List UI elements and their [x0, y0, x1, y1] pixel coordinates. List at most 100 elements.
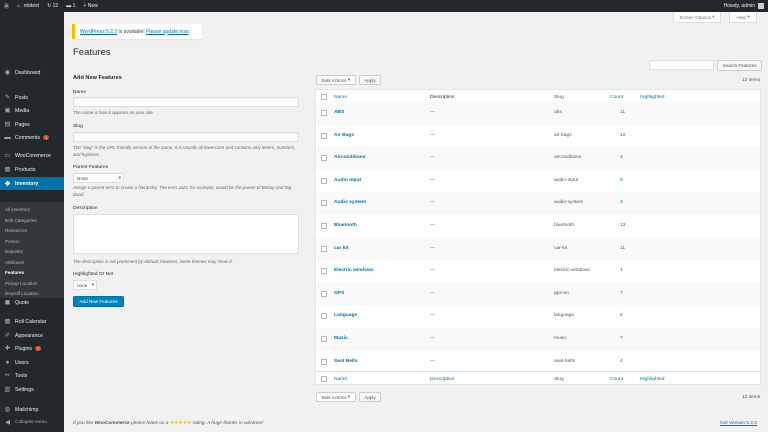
row-checkbox[interactable] [321, 223, 327, 229]
feature-name-link[interactable]: Electric windows [334, 268, 374, 273]
row-checkbox[interactable] [321, 336, 327, 342]
column-count[interactable]: Count [610, 95, 623, 100]
submenu-item-dropoff-location[interactable]: Dropoff Location [5, 291, 39, 296]
sidebar-item-users[interactable]: ● Users [0, 356, 64, 369]
search-input[interactable] [649, 60, 714, 70]
row-checkbox[interactable] [321, 290, 327, 297]
sidebar-item-media[interactable]: ▣ Media [0, 104, 64, 117]
feature-name-link[interactable]: Music [334, 336, 348, 341]
submenu-item-pickup-location[interactable]: Pickup Location [5, 281, 37, 286]
new-content-button[interactable]: + New [79, 0, 101, 12]
wordpress-version-link[interactable]: WordPress 5.2.2 [80, 29, 117, 35]
row-checkbox[interactable] [321, 245, 327, 252]
feature-count-link[interactable]: 5 [620, 313, 623, 318]
sidebar-item-dashboard[interactable]: ◉ Dashboard [0, 66, 64, 79]
row-checkbox[interactable] [321, 155, 327, 162]
feature-name-link[interactable]: Bluetooth [334, 223, 357, 228]
apply-button-bottom[interactable]: Apply [359, 392, 381, 402]
feature-name-link[interactable]: Airconditions [334, 155, 366, 160]
screen-options-button[interactable]: Screen Options ▾ [673, 12, 721, 23]
table-row: Electric windows — electric-windows 1 [316, 260, 760, 283]
name-input[interactable] [73, 97, 299, 107]
feature-count-link[interactable]: 11 [620, 110, 625, 115]
wordpress-logo-icon[interactable]: Ⓦ [0, 0, 13, 12]
my-account[interactable]: Howdy, admin [724, 3, 768, 9]
add-new-feature-button[interactable]: Add New Features [73, 296, 124, 307]
highlighted-select[interactable]: none ▾ [73, 280, 97, 290]
feature-count-link[interactable]: 4 [620, 359, 623, 364]
update-now-link[interactable]: Please update now [146, 29, 189, 35]
sidebar-item-plugins[interactable]: ✚ Plugins 7 [0, 342, 64, 355]
sidebar-item-settings[interactable]: ▥ Settings [0, 383, 64, 396]
feature-name-link[interactable]: Audio system [334, 200, 366, 205]
row-checkbox[interactable] [321, 132, 327, 139]
submenu-item-features[interactable]: Features [5, 270, 24, 275]
search-features-button[interactable]: Search Features [717, 60, 762, 71]
row-checkbox[interactable] [321, 200, 327, 207]
submenu-item-person[interactable]: Person [5, 239, 20, 244]
row-checkbox[interactable] [321, 358, 327, 365]
help-button[interactable]: Help ▾ [729, 12, 757, 23]
rating-stars-icon[interactable]: ★★★★★ [170, 421, 192, 426]
submenu-item-resources[interactable]: Resources [5, 228, 27, 233]
column-highlighted-footer[interactable]: Highlighted [640, 377, 664, 382]
feature-count-link[interactable]: 7 [620, 291, 623, 296]
feature-count-link[interactable]: 12 [620, 133, 625, 138]
sidebar-item-mailchimp[interactable]: ◍ Mailchimp [0, 403, 64, 416]
feature-count-link[interactable]: 7 [620, 336, 623, 341]
feature-count-link[interactable]: 13 [620, 223, 625, 228]
dashboard-icon: ◉ [4, 69, 11, 76]
feature-count-link[interactable]: 8 [620, 178, 623, 183]
sidebar-item-comments[interactable]: ▬ Comments 1 [0, 131, 64, 144]
row-checkbox[interactable] [321, 268, 327, 275]
column-name-footer[interactable]: Name [334, 377, 347, 382]
column-slug[interactable]: Slug [554, 95, 564, 100]
updates-icon[interactable]: ↻ 12 [43, 0, 62, 12]
submenu-item-attributes[interactable]: Attributes [5, 260, 24, 265]
feature-name-link[interactable]: ABS [334, 110, 344, 115]
sidebar-item-posts[interactable]: ✎ Posts [0, 91, 64, 104]
feature-count-link[interactable]: 1 [620, 268, 623, 273]
comments-icon[interactable]: ▬ 1 [62, 0, 79, 12]
feature-count-link[interactable]: 11 [620, 246, 625, 251]
sidebar-item-products[interactable]: ▦ Products [0, 163, 64, 176]
site-name[interactable]: mbtest [24, 0, 43, 12]
sidebar-item-roll-calendar[interactable]: ▦ Roll Calendar [0, 315, 64, 328]
feature-name-link[interactable]: Audio Input [334, 178, 361, 183]
sidebar-item-inventory[interactable]: ◆ Inventory [0, 177, 64, 190]
home-icon[interactable]: ⌂ [13, 0, 24, 12]
slug-input[interactable] [73, 132, 299, 142]
column-count-footer[interactable]: Count [610, 377, 623, 382]
description-textarea[interactable] [73, 214, 299, 254]
parent-select[interactable]: None ▾ [73, 173, 124, 183]
select-all-checkbox[interactable] [321, 94, 327, 100]
row-checkbox[interactable] [321, 313, 327, 320]
sidebar-item-woocommerce[interactable]: ▭ WooCommerce [0, 149, 64, 162]
column-slug-footer[interactable]: Slug [554, 377, 564, 382]
column-highlighted[interactable]: Highlighted [640, 95, 664, 100]
sidebar-item-pages[interactable]: ▤ Pages [0, 118, 64, 131]
table-row: Audio Input — audio-input 8 [316, 170, 760, 193]
get-version-link[interactable]: Get Version 5.2.2 [720, 421, 757, 426]
submenu-item-all-inventory[interactable]: All inventory [5, 207, 30, 212]
feature-count-link[interactable]: 3 [620, 200, 623, 205]
row-checkbox[interactable] [321, 177, 327, 184]
feature-name-link[interactable]: Air Bags [334, 133, 354, 138]
column-name[interactable]: Name [334, 95, 347, 100]
bulk-actions-select-top[interactable]: Bulk Actions ▾ [316, 75, 356, 85]
submenu-item-deposits[interactable]: Deposits [5, 249, 23, 254]
highlighted-select-value: none [77, 282, 88, 288]
feature-name-link[interactable]: car kit [334, 246, 348, 251]
bulk-actions-select-bottom[interactable]: Bulk Actions ▾ [316, 392, 356, 402]
apply-button-top[interactable]: Apply [359, 75, 381, 85]
feature-name-link[interactable]: Language [334, 313, 357, 318]
select-all-checkbox-bottom[interactable] [321, 376, 327, 382]
feature-name-link[interactable]: Seat Belts [334, 359, 358, 364]
sidebar-item-tools[interactable]: ✂ Tools [0, 369, 64, 382]
sidebar-item-collapse-menu[interactable]: ◀ Collapse menu [0, 416, 64, 429]
feature-count-link[interactable]: 4 [620, 155, 623, 160]
feature-name-link[interactable]: GPS [334, 291, 344, 296]
row-checkbox[interactable] [321, 110, 327, 116]
submenu-item-bnb-categories[interactable]: Bnb Categories [5, 218, 37, 223]
sidebar-item-appearance[interactable]: ✐ Appearance [0, 329, 64, 342]
